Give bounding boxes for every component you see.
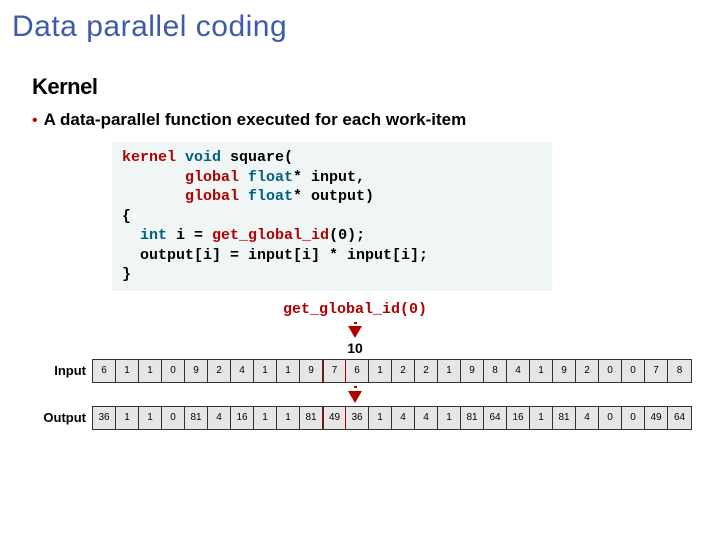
- array-cell: 2: [576, 360, 599, 382]
- array-cell: 1: [530, 360, 553, 382]
- arrow-down-icon: [348, 326, 362, 338]
- array-cell: 81: [300, 407, 323, 429]
- kernel-heading: Kernel: [32, 74, 728, 100]
- array-cell: 8: [484, 360, 507, 382]
- diagram: get_global_id(0) 10 Input 61109241197612…: [42, 301, 692, 430]
- arrow-stem-icon: [354, 322, 357, 324]
- array-cell: 1: [438, 407, 461, 429]
- array-cell: 1: [116, 360, 139, 382]
- input-label: Input: [42, 363, 92, 378]
- slide-title: Data parallel coding: [0, 0, 728, 44]
- array-cell: 7: [645, 360, 668, 382]
- array-cell: 49: [645, 407, 668, 429]
- get-global-id-label: get_global_id(0): [18, 301, 692, 318]
- array-cell: 0: [599, 407, 622, 429]
- array-cell: 6: [93, 360, 116, 382]
- array-cell: 1: [116, 407, 139, 429]
- array-cell: 2: [415, 360, 438, 382]
- array-cell: 64: [484, 407, 507, 429]
- code-text: output[i] = input[i] * input[i];: [122, 247, 428, 264]
- array-cell: 4: [415, 407, 438, 429]
- code-block: kernel void square( global float* input,…: [112, 142, 552, 291]
- code-kw: global: [122, 188, 239, 205]
- code-text: * input,: [293, 169, 365, 186]
- array-cell: 4: [208, 407, 231, 429]
- output-label: Output: [42, 410, 92, 425]
- code-ty: float: [239, 169, 293, 186]
- code-ty: float: [239, 188, 293, 205]
- array-cell: 0: [622, 407, 645, 429]
- code-text: i =: [167, 227, 212, 244]
- array-cell: 6: [346, 360, 369, 382]
- code-ty: int: [122, 227, 167, 244]
- array-cell: 0: [622, 360, 645, 382]
- array-cell: 0: [162, 407, 185, 429]
- code-ty: void: [176, 149, 221, 166]
- array-cell: 4: [392, 407, 415, 429]
- bullet-text: A data-parallel function executed for ea…: [44, 110, 467, 130]
- content-area: Kernel • A data-parallel function execut…: [0, 44, 728, 430]
- array-cell: 1: [530, 407, 553, 429]
- output-cells: 36110814161181493614418164161814004964: [92, 406, 692, 430]
- array-cell: 8: [668, 360, 691, 382]
- array-cell: 81: [185, 407, 208, 429]
- array-cell: 1: [277, 360, 300, 382]
- array-cell: 1: [139, 360, 162, 382]
- array-cell: 36: [93, 407, 116, 429]
- array-cell: 1: [369, 360, 392, 382]
- array-cell: 2: [392, 360, 415, 382]
- array-cell: 0: [162, 360, 185, 382]
- code-text: * output): [293, 188, 374, 205]
- arrow-down-icon: [348, 391, 362, 403]
- array-cell: 4: [231, 360, 254, 382]
- code-text: square(: [221, 149, 293, 166]
- bullet-dot-icon: •: [32, 113, 38, 129]
- array-cell: 49: [323, 407, 346, 429]
- array-cell: 9: [553, 360, 576, 382]
- code-text: {: [122, 208, 131, 225]
- input-cells: 61109241197612219841920078: [92, 359, 692, 383]
- array-cell: 81: [553, 407, 576, 429]
- code-kw: kernel: [122, 149, 176, 166]
- array-cell: 16: [231, 407, 254, 429]
- code-kw: global: [122, 169, 239, 186]
- array-cell: 9: [185, 360, 208, 382]
- bullet-item: • A data-parallel function executed for …: [32, 110, 728, 130]
- array-cell: 9: [461, 360, 484, 382]
- array-cell: 1: [254, 360, 277, 382]
- array-cell: 1: [277, 407, 300, 429]
- arrow-stem-icon: [354, 386, 357, 388]
- array-cell: 0: [599, 360, 622, 382]
- array-cell: 9: [300, 360, 323, 382]
- output-row: Output 361108141611814936144181641618140…: [42, 406, 692, 430]
- array-cell: 7: [323, 360, 346, 382]
- array-cell: 1: [139, 407, 162, 429]
- array-cell: 4: [507, 360, 530, 382]
- array-cell: 2: [208, 360, 231, 382]
- array-cell: 16: [507, 407, 530, 429]
- array-cell: 64: [668, 407, 691, 429]
- code-fn: get_global_id: [212, 227, 329, 244]
- array-cell: 81: [461, 407, 484, 429]
- code-text: (0);: [329, 227, 365, 244]
- array-cell: 1: [254, 407, 277, 429]
- array-cell: 4: [576, 407, 599, 429]
- array-cell: 1: [438, 360, 461, 382]
- code-text: }: [122, 266, 131, 283]
- array-cell: 1: [369, 407, 392, 429]
- array-cell: 36: [346, 407, 369, 429]
- input-row: Input 61109241197612219841920078: [42, 359, 692, 383]
- index-label: 10: [18, 340, 692, 356]
